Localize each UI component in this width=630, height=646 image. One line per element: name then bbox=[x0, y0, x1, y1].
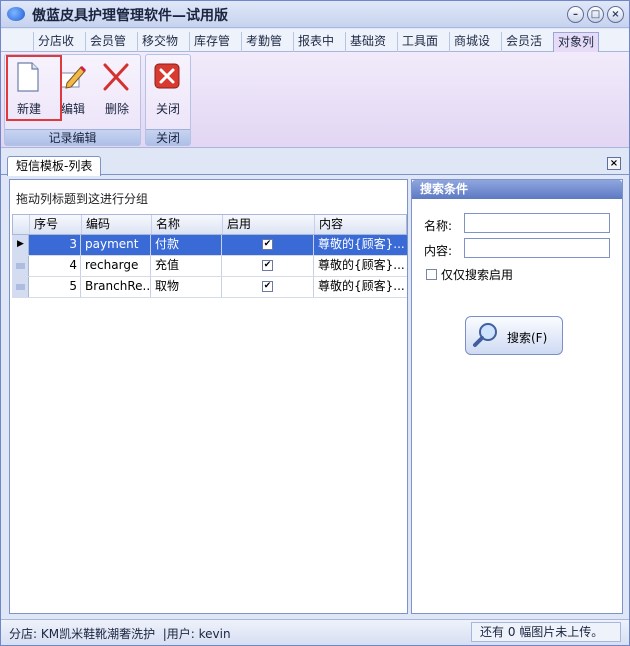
tab-mall-settings[interactable]: 商城设 bbox=[449, 32, 494, 52]
group-by-hint[interactable]: 拖动列标题到这进行分组 bbox=[16, 190, 148, 207]
search-button-label: 搜索(F) bbox=[507, 331, 548, 345]
cell-content: 尊敬的{顾客}... bbox=[318, 237, 405, 251]
cell-enabled: ✔ bbox=[222, 235, 314, 255]
cell-code: payment bbox=[81, 235, 151, 255]
menu-tab-strip: 分店收 会员管 移交物 库存管 考勤管 报表中 基础资 工具面 商城设 会员活 … bbox=[1, 29, 629, 52]
status-bar: 分店: KM凯米鞋靴潮奢洗护 |用户: kevin 还有 0 幅图片未上传。 bbox=[1, 619, 629, 645]
close-red-icon bbox=[154, 63, 180, 89]
cell-no: 5 bbox=[29, 277, 81, 297]
enabled-checkbox[interactable]: ✔ bbox=[262, 239, 273, 250]
column-header-enabled[interactable]: 启用 bbox=[223, 215, 315, 234]
tab-branch-cashier[interactable]: 分店收 bbox=[33, 32, 78, 52]
content-search-input[interactable] bbox=[464, 238, 610, 258]
enabled-checkbox[interactable]: ✔ bbox=[262, 281, 273, 292]
title-bar[interactable]: 傲蓝皮具护理管理软件—试用版 – □ × bbox=[1, 1, 629, 28]
new-button-highlight bbox=[6, 55, 62, 121]
app-logo-icon bbox=[7, 7, 25, 21]
enabled-checkbox[interactable]: ✔ bbox=[262, 260, 273, 271]
cell-code: BranchRe... bbox=[81, 277, 151, 297]
row-indicator bbox=[12, 256, 29, 276]
search-pane: 搜索条件 名称: 内容: 仅仅搜索启用 搜索(F) bbox=[411, 179, 623, 614]
column-header-name[interactable]: 名称 bbox=[152, 215, 223, 234]
tab-reports[interactable]: 报表中 bbox=[293, 32, 338, 52]
cell-no: 4 bbox=[29, 256, 81, 276]
search-pane-title: 搜索条件 bbox=[412, 180, 622, 199]
app-window: 傲蓝皮具护理管理软件—试用版 – □ × 分店收 会员管 移交物 库存管 考勤管… bbox=[0, 0, 630, 646]
table-row[interactable]: 5 BranchRe... 取物 ✔ 尊敬的{顾客}... bbox=[12, 277, 407, 298]
tab-inventory[interactable]: 库存管 bbox=[189, 32, 234, 52]
window-title: 傲蓝皮具护理管理软件—试用版 bbox=[32, 8, 228, 24]
list-pane: 拖动列标题到这进行分组 序号 编码 名称 启用 内容 ▶ 3 payment 付… bbox=[9, 179, 408, 614]
ribbon-group-label-record-edit: 记录编辑 bbox=[5, 129, 140, 145]
search-button[interactable]: 搜索(F) bbox=[465, 316, 563, 355]
template-grid: 序号 编码 名称 启用 内容 ▶ 3 payment 付款 ✔ 尊敬的{顾客}.… bbox=[12, 214, 407, 298]
tab-member-activity[interactable]: 会员活 bbox=[501, 32, 546, 52]
table-row[interactable]: ▶ 3 payment 付款 ✔ 尊敬的{顾客}... bbox=[12, 235, 407, 256]
status-upload: 还有 0 幅图片未上传。 bbox=[471, 622, 621, 642]
row-indicator bbox=[12, 277, 29, 297]
delete-button-label: 删除 bbox=[104, 102, 129, 116]
enabled-only-checkbox-box[interactable] bbox=[426, 269, 437, 280]
tab-basic-data[interactable]: 基础资 bbox=[345, 32, 390, 52]
status-user: |用户: kevin bbox=[162, 627, 231, 641]
column-header-code[interactable]: 编码 bbox=[82, 215, 152, 234]
close-window-button[interactable]: × bbox=[607, 6, 624, 23]
cell-content: 尊敬的{顾客}... bbox=[318, 258, 405, 272]
table-row[interactable]: 4 recharge 充值 ✔ 尊敬的{顾客}... bbox=[12, 256, 407, 277]
enabled-only-checkbox[interactable]: 仅仅搜索启用 bbox=[426, 266, 513, 283]
grid-header: 序号 编码 名称 启用 内容 bbox=[12, 214, 407, 235]
column-header-no[interactable]: 序号 bbox=[30, 215, 82, 234]
delete-button[interactable]: 删除 bbox=[96, 59, 138, 117]
cell-enabled: ✔ bbox=[222, 277, 314, 297]
row-indicator: ▶ bbox=[12, 235, 29, 255]
magnifier-icon bbox=[473, 323, 497, 347]
tab-item-transfer[interactable]: 移交物 bbox=[137, 32, 182, 52]
name-search-input[interactable] bbox=[464, 213, 610, 233]
close-document-icon[interactable]: × bbox=[607, 157, 621, 170]
maximize-button[interactable]: □ bbox=[587, 6, 604, 23]
cell-name: 充值 bbox=[151, 256, 222, 276]
tab-object-list[interactable]: 对象列 bbox=[553, 32, 600, 52]
status-store: 分店: KM凯米鞋靴潮奢洗护 bbox=[9, 627, 156, 641]
minimize-button[interactable]: – bbox=[567, 6, 584, 23]
cell-enabled: ✔ bbox=[222, 256, 314, 276]
content-field-label: 内容: bbox=[424, 244, 453, 258]
document-tab[interactable]: 短信模板-列表 bbox=[7, 156, 102, 176]
status-store-user: 分店: KM凯米鞋靴潮奢洗护 |用户: kevin bbox=[9, 625, 231, 642]
cell-no: 3 bbox=[29, 235, 81, 255]
cell-name: 付款 bbox=[151, 235, 222, 255]
row-indicator-header bbox=[13, 215, 30, 234]
close-button[interactable]: 关闭 bbox=[147, 59, 189, 117]
ribbon-group-label-close: 关闭 bbox=[146, 129, 190, 145]
document-tab-strip: 短信模板-列表 × bbox=[1, 153, 629, 176]
tab-member-management[interactable]: 会员管 bbox=[85, 32, 130, 52]
tab-attendance[interactable]: 考勤管 bbox=[241, 32, 286, 52]
tab-tools[interactable]: 工具面 bbox=[397, 32, 442, 52]
close-button-label: 关闭 bbox=[155, 102, 180, 116]
ribbon-group-close: 关闭 关闭 bbox=[145, 54, 191, 146]
column-header-content[interactable]: 内容 bbox=[315, 215, 408, 234]
cell-code: recharge bbox=[81, 256, 151, 276]
enabled-only-label: 仅仅搜索启用 bbox=[441, 268, 514, 282]
delete-x-icon bbox=[103, 63, 129, 91]
cell-name: 取物 bbox=[151, 277, 222, 297]
name-field-label: 名称: bbox=[424, 219, 453, 233]
ribbon: 新建 编辑 删除 记录编辑 关闭 关闭 bbox=[1, 52, 629, 148]
cell-content: 尊敬的{顾客}... bbox=[318, 279, 405, 293]
